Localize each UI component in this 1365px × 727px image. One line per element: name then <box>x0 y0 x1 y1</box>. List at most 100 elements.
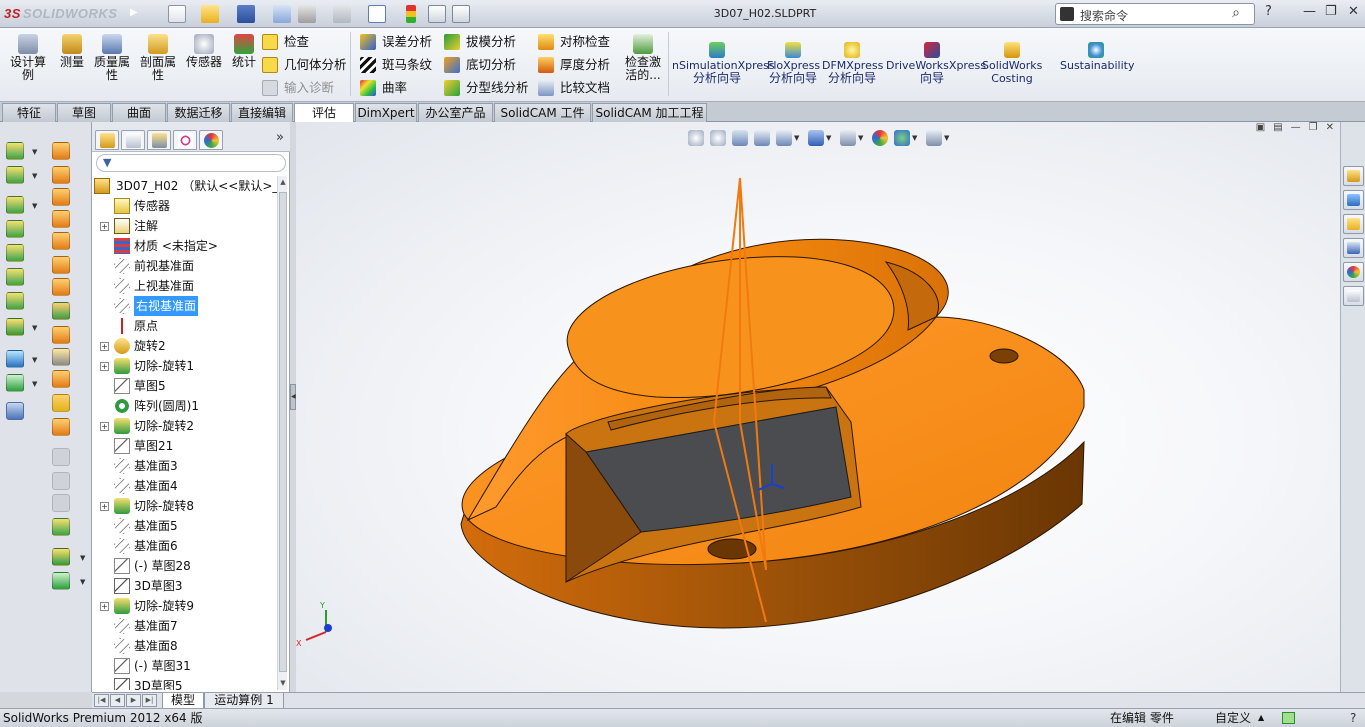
edit-appearance-icon[interactable] <box>872 130 888 146</box>
dropdown-arrow-icon[interactable]: ▼ <box>858 134 863 142</box>
reference-point-icon[interactable] <box>52 548 70 566</box>
instant3d-icon[interactable] <box>6 402 24 420</box>
magnifier-icon[interactable]: ⌕ <box>1232 5 1240 21</box>
measure-button[interactable]: 测量 <box>58 34 86 69</box>
dropdown-arrow-icon[interactable]: ▼ <box>32 172 37 180</box>
expand-plus-icon[interactable]: + <box>100 502 109 511</box>
pattern-icon[interactable] <box>6 318 24 336</box>
apply-scene-icon[interactable] <box>894 130 910 146</box>
view-palette-tab[interactable] <box>1343 238 1364 258</box>
custom-properties-tab[interactable] <box>1343 286 1364 306</box>
fillet-icon[interactable] <box>52 142 70 160</box>
rebuild-status-icon[interactable] <box>1282 712 1295 724</box>
feature-tree-scrollbar[interactable]: ▲ ▼ <box>277 176 287 690</box>
dropdown-arrow-icon[interactable]: ▼ <box>80 554 85 562</box>
import-diagnostics-button[interactable]: 输入诊断 <box>262 78 334 98</box>
expand-plus-icon[interactable]: + <box>100 222 109 231</box>
curvature-button[interactable]: 曲率 <box>360 78 407 98</box>
statistics-button[interactable]: 统计 <box>230 34 258 69</box>
rib-icon[interactable] <box>52 188 70 206</box>
chamfer-icon[interactable] <box>52 166 70 184</box>
split-icon[interactable] <box>52 370 70 388</box>
driveworksxpress-wizard-button[interactable]: DriveWorksXpress 向导 <box>886 42 986 85</box>
solidworks-costing-button[interactable]: SolidWorks Costing <box>982 42 1042 85</box>
configuration-manager-tab[interactable] <box>147 130 171 150</box>
last-tab-arrow-icon[interactable]: ▶| <box>142 694 157 707</box>
dropdown-arrow-icon[interactable]: ▼ <box>32 356 37 364</box>
dimxpert-manager-tab[interactable] <box>173 130 197 150</box>
tab-surfaces[interactable]: 曲面 <box>112 103 166 122</box>
dropdown-arrow-icon[interactable]: ▼ <box>944 134 949 142</box>
section-properties-button[interactable]: 剖面属性 <box>138 34 178 82</box>
previous-view-icon[interactable] <box>732 130 748 146</box>
tab-office-products[interactable]: 办公室产品 <box>418 103 493 122</box>
help-icon[interactable]: ? <box>1265 4 1272 19</box>
thickness-analysis-button[interactable]: 厚度分析 <box>538 55 610 75</box>
boundary-boss-icon[interactable] <box>6 244 24 262</box>
compare-documents-button[interactable]: 比较文档 <box>538 78 610 98</box>
zoom-to-area-icon[interactable] <box>710 130 726 146</box>
flex-icon[interactable] <box>52 326 70 344</box>
section-view-icon[interactable] <box>754 130 770 146</box>
appearances-tab[interactable] <box>1343 262 1364 282</box>
simulationxpress-wizard-button[interactable]: nSimulationXpress 分析向导 <box>672 42 775 85</box>
dropdown-arrow-icon[interactable]: ▼ <box>826 134 831 142</box>
tab-features[interactable]: 特征 <box>2 103 56 122</box>
helix-curve-icon[interactable] <box>52 572 70 590</box>
prev-tab-arrow-icon[interactable]: ◀ <box>110 694 125 707</box>
unit-system-selector[interactable]: 自定义 <box>1215 709 1251 727</box>
expand-plus-icon[interactable]: + <box>100 342 109 351</box>
revolved-boss-icon[interactable] <box>6 166 24 184</box>
display-manager-tab[interactable] <box>199 130 223 150</box>
sustainability-button[interactable]: Sustainability <box>1060 42 1134 72</box>
first-tab-arrow-icon[interactable]: |◀ <box>94 694 109 707</box>
tab-solidcam-stock[interactable]: SolidCAM 工件 <box>494 103 591 122</box>
extruded-cut-icon[interactable] <box>6 268 24 286</box>
zoom-to-fit-icon[interactable] <box>688 130 704 146</box>
dropdown-arrow-icon[interactable]: ▼ <box>32 148 37 156</box>
dfmxpress-wizard-button[interactable]: DFMXpress 分析向导 <box>822 42 883 85</box>
symmetry-check-button[interactable]: 对称检查 <box>538 32 610 52</box>
restore-button[interactable]: ❐ <box>1325 4 1337 19</box>
floxpress-wizard-button[interactable]: FloXpress 分析向导 <box>767 42 820 85</box>
draft-icon[interactable] <box>52 210 70 228</box>
zebra-stripes-button[interactable]: 斑马条纹 <box>360 55 432 75</box>
tab-solidcam-machining[interactable]: SolidCAM 加工工程 <box>592 103 707 122</box>
tile-icon[interactable]: ▣ <box>1256 122 1265 133</box>
scroll-up-arrow-icon[interactable]: ▲ <box>278 178 288 186</box>
swept-boss-icon[interactable] <box>6 196 24 214</box>
file-explorer-tab[interactable] <box>1343 214 1364 234</box>
dropdown-arrow-icon[interactable]: ▼ <box>912 134 917 142</box>
dropdown-arrow-icon[interactable]: ▼ <box>32 324 37 332</box>
next-tab-arrow-icon[interactable]: ▶ <box>126 694 141 707</box>
tab-model[interactable]: 模型 <box>162 693 204 709</box>
wrap-icon[interactable] <box>52 278 70 296</box>
geometry-analysis-button[interactable]: 几何体分析 <box>262 55 347 75</box>
split-view-icon[interactable]: ▤ <box>1273 122 1282 133</box>
property-manager-tab[interactable] <box>121 130 145 150</box>
dome-icon[interactable] <box>52 256 70 274</box>
hide-show-items-icon[interactable] <box>840 130 856 146</box>
scrollbar-thumb[interactable] <box>279 192 287 672</box>
tab-sketch[interactable]: 草图 <box>57 103 111 122</box>
design-study-button[interactable]: 设计算例 <box>6 34 50 82</box>
mass-properties-button[interactable]: 质量属性 <box>92 34 132 82</box>
close-icon[interactable]: ✕ <box>1326 122 1334 133</box>
thicken-icon[interactable] <box>52 518 70 536</box>
graphics-area[interactable]: Y X ▼ ▼ ▼ ▼ ▼ ▣ ▤ — ❐ ✕ <box>296 122 1340 692</box>
expand-plus-icon[interactable]: + <box>100 422 109 431</box>
close-button[interactable]: ✕ <box>1348 4 1359 19</box>
part-model-3d[interactable]: Y X <box>296 122 1340 692</box>
tab-dimxpert[interactable]: DimXpert <box>355 103 417 122</box>
expand-panel-icon[interactable]: » <box>276 130 284 145</box>
feature-manager-tab[interactable] <box>95 130 119 150</box>
dropdown-arrow-icon[interactable]: ▼ <box>80 578 85 586</box>
mirror-icon[interactable] <box>52 302 70 320</box>
undercut-analysis-button[interactable]: 底切分析 <box>444 55 516 75</box>
draft-analysis-button[interactable]: 拔模分析 <box>444 32 516 52</box>
check-active-document-button[interactable]: 检查激活的... <box>622 34 664 82</box>
tab-motion-study-1[interactable]: 运动算例 1 <box>204 693 284 709</box>
dropdown-arrow-icon[interactable]: ▼ <box>32 202 37 210</box>
extruded-boss-icon[interactable] <box>6 142 24 160</box>
expand-plus-icon[interactable]: + <box>100 602 109 611</box>
